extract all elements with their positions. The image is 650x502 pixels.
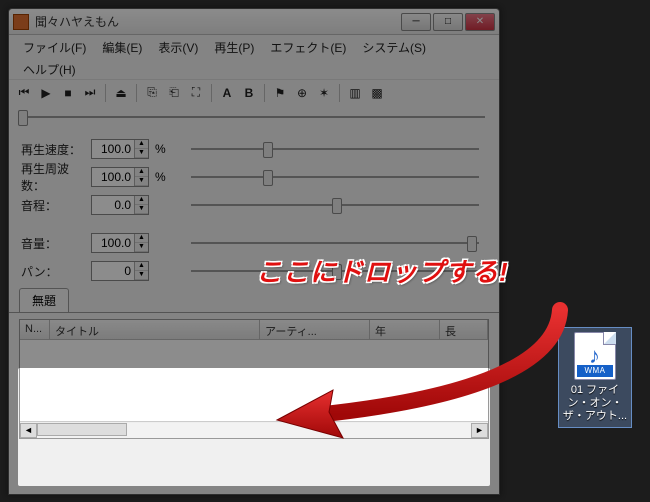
scroll-thumb[interactable] bbox=[37, 423, 127, 436]
close-button[interactable]: ✕ bbox=[465, 13, 495, 31]
col-title[interactable]: タイトル bbox=[50, 320, 260, 339]
ab-a-icon[interactable]: A bbox=[218, 84, 236, 102]
spin-up-icon[interactable]: ▲ bbox=[135, 262, 148, 271]
freq-slider[interactable] bbox=[191, 176, 479, 178]
stop-icon[interactable]: ■ bbox=[59, 84, 77, 102]
menu-edit[interactable]: 編集(E) bbox=[94, 37, 150, 58]
scroll-left-icon[interactable]: ◄ bbox=[20, 423, 37, 438]
app-icon bbox=[13, 14, 29, 30]
speed-spinbox[interactable]: ▲▼ bbox=[91, 139, 149, 159]
pitch-label: 音程： bbox=[21, 197, 85, 214]
speed-row: 再生速度： ▲▼ % bbox=[21, 135, 487, 163]
menu-help[interactable]: ヘルプ(H) bbox=[15, 59, 84, 80]
spin-up-icon[interactable]: ▲ bbox=[135, 196, 148, 205]
volume-label: 音量： bbox=[21, 235, 85, 252]
spin-up-icon[interactable]: ▲ bbox=[135, 168, 148, 177]
clear-marker-icon[interactable]: ✶ bbox=[315, 84, 333, 102]
freq-label: 再生周波数： bbox=[21, 160, 85, 194]
freq-unit: % bbox=[155, 170, 171, 184]
tool-icon-2[interactable]: ⎗ bbox=[165, 84, 183, 102]
ab-b-icon[interactable]: B bbox=[240, 84, 258, 102]
spin-down-icon[interactable]: ▼ bbox=[135, 205, 148, 214]
toolbar: ⏮ ▶ ■ ⏭ ⏏ ⎘ ⎗ ⛶ A B ⚑ ⊕ ✶ ▥ ▩ bbox=[9, 79, 499, 105]
menu-view[interactable]: 表示(V) bbox=[150, 37, 206, 58]
speed-slider[interactable] bbox=[191, 148, 479, 150]
pitch-spinbox[interactable]: ▲▼ bbox=[91, 195, 149, 215]
pitch-row: 音程： ▲▼ bbox=[21, 191, 487, 219]
marker-icon[interactable]: ⚑ bbox=[271, 84, 289, 102]
window-title: 聞々ハヤえもん bbox=[35, 13, 401, 30]
spin-up-icon[interactable]: ▲ bbox=[135, 234, 148, 243]
pitch-slider[interactable] bbox=[191, 204, 479, 206]
toolbar-divider bbox=[264, 84, 265, 102]
slider-thumb[interactable] bbox=[332, 198, 342, 214]
freq-row: 再生周波数： ▲▼ % bbox=[21, 163, 487, 191]
volume-slider[interactable] bbox=[191, 242, 479, 244]
speed-label: 再生速度： bbox=[21, 141, 85, 158]
pan-label: パン： bbox=[21, 263, 85, 280]
spin-down-icon[interactable]: ▼ bbox=[135, 243, 148, 252]
toolbar-divider bbox=[105, 84, 106, 102]
toolbar-divider bbox=[211, 84, 212, 102]
toolbar-divider bbox=[339, 84, 340, 102]
callout-text: ここにドロップする! bbox=[256, 252, 509, 289]
seekbar[interactable] bbox=[9, 105, 499, 129]
spin-up-icon[interactable]: ▲ bbox=[135, 140, 148, 149]
spin-down-icon[interactable]: ▼ bbox=[135, 271, 148, 280]
menubar: ファイル(F) 編集(E) 表示(V) 再生(P) エフェクト(E) システム(… bbox=[9, 35, 499, 57]
maximize-button[interactable]: □ bbox=[433, 13, 463, 31]
freq-spinbox[interactable]: ▲▼ bbox=[91, 167, 149, 187]
spin-down-icon[interactable]: ▼ bbox=[135, 177, 148, 186]
slider-thumb[interactable] bbox=[467, 236, 477, 252]
volume-input[interactable] bbox=[92, 234, 134, 252]
freq-input[interactable] bbox=[92, 168, 134, 186]
pitch-input[interactable] bbox=[92, 196, 134, 214]
minimize-button[interactable]: ─ bbox=[401, 13, 431, 31]
menu-play[interactable]: 再生(P) bbox=[206, 37, 262, 58]
annotation-arrow bbox=[255, 290, 585, 450]
menu-system[interactable]: システム(S) bbox=[354, 37, 434, 58]
tab-untitled[interactable]: 無題 bbox=[19, 288, 69, 312]
slider-thumb[interactable] bbox=[263, 170, 273, 186]
menu-file[interactable]: ファイル(F) bbox=[15, 37, 94, 58]
menu-effect[interactable]: エフェクト(E) bbox=[262, 37, 354, 58]
menubar-row2: ヘルプ(H) bbox=[9, 57, 499, 79]
col-no[interactable]: N... bbox=[20, 320, 50, 339]
spin-down-icon[interactable]: ▼ bbox=[135, 149, 148, 158]
fullscreen-icon[interactable]: ⛶ bbox=[187, 84, 205, 102]
speed-input[interactable] bbox=[92, 140, 134, 158]
slider-thumb[interactable] bbox=[263, 142, 273, 158]
titlebar[interactable]: 聞々ハヤえもん ─ □ ✕ bbox=[9, 9, 499, 35]
next-track-icon[interactable]: ⏭ bbox=[81, 84, 99, 102]
volume-spinbox[interactable]: ▲▼ bbox=[91, 233, 149, 253]
play-icon[interactable]: ▶ bbox=[37, 84, 55, 102]
tool-icon-1[interactable]: ⎘ bbox=[143, 84, 161, 102]
prev-track-icon[interactable]: ⏮ bbox=[15, 84, 33, 102]
speed-unit: % bbox=[155, 142, 171, 156]
toolbar-divider bbox=[136, 84, 137, 102]
panel-icon-1[interactable]: ▥ bbox=[346, 84, 364, 102]
panel-icon-2[interactable]: ▩ bbox=[368, 84, 386, 102]
target-icon[interactable]: ⊕ bbox=[293, 84, 311, 102]
seek-thumb[interactable] bbox=[18, 110, 28, 126]
eject-icon[interactable]: ⏏ bbox=[112, 84, 130, 102]
pan-input[interactable] bbox=[92, 262, 134, 280]
pan-spinbox[interactable]: ▲▼ bbox=[91, 261, 149, 281]
